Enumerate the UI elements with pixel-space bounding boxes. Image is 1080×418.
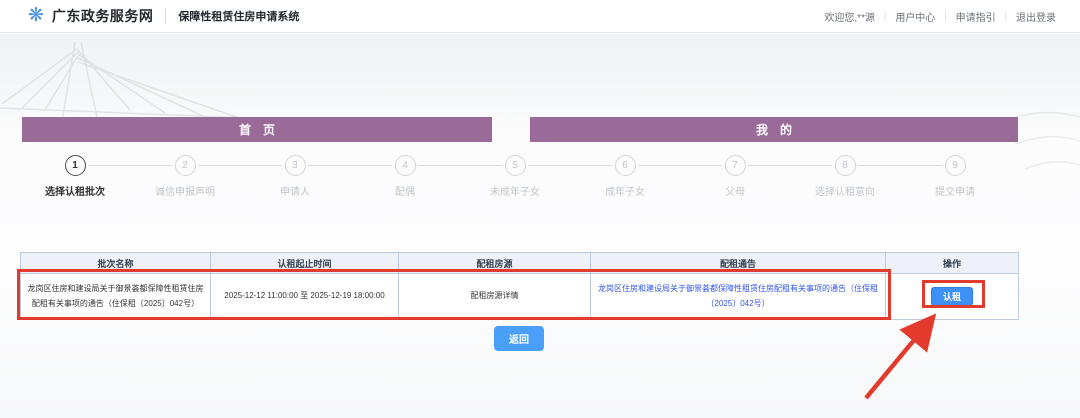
step-circle: 8: [834, 155, 856, 176]
tab-home[interactable]: 首 页: [22, 117, 492, 142]
link-separator: |: [944, 11, 947, 21]
cell-housing: 配租房源详情: [398, 273, 591, 320]
housing-detail-link[interactable]: 配租房源详情: [471, 291, 519, 300]
header-user-nav: 欢迎您,**源 | 用户中心 | 申请指引 | 退出登录: [824, 9, 1056, 24]
step-adult-children: 6 成年子女: [570, 155, 722, 198]
step-integrity-declaration: 2 诚信申报声明: [130, 155, 282, 198]
bridge-watermark: [0, 41, 250, 122]
col-batch-name: 批次名称: [20, 252, 211, 274]
step-label: 选择认租意向: [815, 187, 875, 198]
site-name: 广东政务服务网: [51, 8, 154, 24]
rental-notice-link[interactable]: 龙岗区住房和建设局关于御景荟都保障性租赁住房配租有关事项的通告（住保租〔2025…: [598, 284, 878, 307]
step-circle: 1: [64, 155, 86, 176]
step-circle: 9: [944, 155, 966, 176]
step-parents: 7 父母: [680, 155, 832, 198]
step-circle: 2: [174, 155, 196, 176]
step-label: 提交申请: [935, 187, 975, 198]
back-button[interactable]: 返回: [494, 326, 544, 351]
page-root: ❋ 广东政务服务网 保障性租赁住房申请系统 欢迎您,**源 | 用户中心 | 申…: [0, 0, 1080, 418]
step-circle: 5: [504, 155, 526, 176]
step-label: 未成年子女: [490, 187, 540, 198]
step-label: 申请人: [280, 187, 310, 198]
link-logout[interactable]: 退出登录: [1016, 9, 1056, 24]
table-header-row: 批次名称 认租起止时间 配租房源 配租通告 操作: [20, 252, 1019, 274]
cell-action: 认租: [885, 273, 1019, 320]
step-select-batch: 1 选择认租批次: [20, 155, 172, 198]
step-label: 诚信申报声明: [155, 187, 215, 198]
step-circle: 6: [614, 155, 636, 176]
header-divider: [165, 8, 167, 24]
content-area: 首 页 我 的 1 选择认租批次 2 诚信申报声明 3 申请人 4 配偶 5 未…: [0, 34, 1080, 418]
link-separator: |: [883, 11, 887, 21]
batch-table: 批次名称 认租起止时间 配租房源 配租通告 操作 龙岗区住房和建设局关于御景荟都…: [20, 252, 1019, 320]
wave-watermark: [1010, 111, 1080, 170]
link-apply-guide[interactable]: 申请指引: [956, 9, 996, 24]
rent-button[interactable]: 认租: [931, 287, 973, 306]
step-circle: 4: [394, 155, 416, 176]
cell-batch-name: 龙岗区住房和建设局关于御景荟都保障性租赁住房配租有关事项的通告（住保租〔2025…: [20, 273, 211, 320]
col-time-range: 认租起止时间: [210, 252, 399, 274]
col-housing: 配租房源: [398, 252, 591, 274]
col-notice: 配租通告: [590, 252, 886, 274]
tab-mine[interactable]: 我 的: [530, 117, 1018, 142]
table-row: 龙岗区住房和建设局关于御景荟都保障性租赁住房配租有关事项的通告（住保租〔2025…: [20, 273, 1019, 320]
step-circle: 7: [724, 155, 746, 176]
step-minor-children: 5 未成年子女: [460, 155, 612, 198]
gov-flower-icon: ❋: [28, 4, 44, 26]
step-label: 父母: [725, 187, 745, 198]
link-user-center[interactable]: 用户中心: [895, 9, 935, 24]
col-action: 操作: [885, 252, 1019, 274]
cell-notice: 龙岗区住房和建设局关于御景荟都保障性租赁住房配租有关事项的通告（住保租〔2025…: [590, 273, 886, 320]
step-submit-application: 9 提交申请: [900, 155, 1010, 198]
system-title: 保障性租赁住房申请系统: [178, 11, 300, 23]
step-label: 成年子女: [605, 187, 645, 198]
step-rent-intention: 8 选择认租意向: [790, 155, 942, 198]
step-wizard: 1 选择认租批次 2 诚信申报声明 3 申请人 4 配偶 5 未成年子女 6 成…: [20, 155, 1010, 198]
cell-time-range: 2025-12-12 11:00:00 至 2025-12-19 18:00:0…: [210, 273, 399, 320]
welcome-text: 欢迎您,**源: [824, 12, 875, 24]
step-label: 选择认租批次: [45, 187, 105, 198]
step-spouse: 4 配偶: [350, 155, 502, 198]
link-separator: |: [1004, 11, 1007, 21]
top-header: ❋ 广东政务服务网 保障性租赁住房申请系统 欢迎您,**源 | 用户中心 | 申…: [0, 0, 1080, 33]
step-circle: 3: [284, 155, 306, 176]
step-label: 配偶: [395, 187, 415, 198]
step-applicant: 3 申请人: [240, 155, 392, 198]
header-brand: ❋ 广东政务服务网 保障性租赁住房申请系统: [28, 6, 299, 26]
